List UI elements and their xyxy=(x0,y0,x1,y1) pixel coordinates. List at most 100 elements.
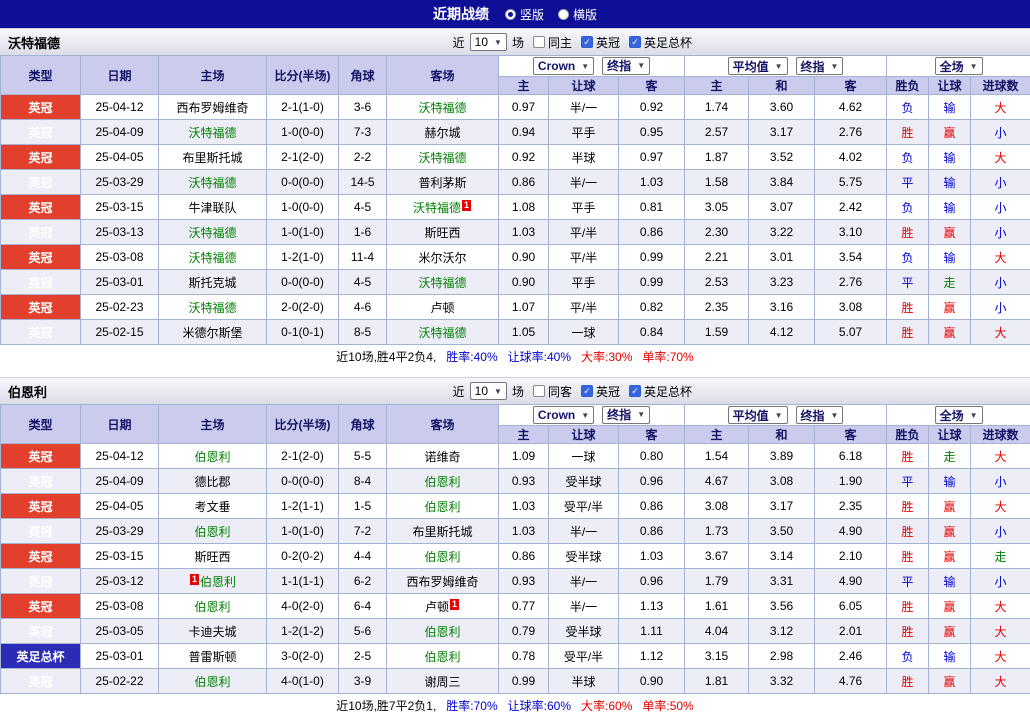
score-cell: 1-1(1-1) xyxy=(266,568,339,594)
goals-result-cell: 小 xyxy=(970,169,1030,195)
summary-stat: 让球率:40% xyxy=(507,349,572,364)
recent-count-select[interactable]: 10 ▼ xyxy=(469,382,507,400)
games-label: 场 xyxy=(511,35,524,50)
away-team-cell: 伯恩利 xyxy=(386,618,499,644)
radio-checked-icon xyxy=(504,8,516,20)
handicap-result-cell: 赢 xyxy=(928,543,972,569)
company-select[interactable]: Crown ▼ xyxy=(532,57,595,76)
company-stage-select[interactable]: 终指 ▼ xyxy=(602,56,651,75)
match-date: 25-02-15 xyxy=(80,319,159,345)
away-team-cell: 伯恩利 xyxy=(386,493,499,519)
filter-checkbox[interactable]: 英冠 xyxy=(580,34,620,51)
handicap-line-cell: 半/一 xyxy=(548,518,619,544)
handicap-home-odds-cell: 1.09 xyxy=(498,443,549,469)
scope-controls: 全场 ▼ xyxy=(886,55,1030,77)
filter-checkbox[interactable]: 英足总杯 xyxy=(628,383,692,400)
avg-draw-odds-cell: 4.12 xyxy=(748,319,816,345)
scope-select[interactable]: 全场 ▼ xyxy=(934,57,983,75)
avg-home-odds-cell: 2.30 xyxy=(684,219,750,245)
filter-checkbox[interactable]: 同主 xyxy=(532,34,572,51)
competition-badge: 英冠 xyxy=(0,94,81,120)
avg-draw-odds-cell: 3.07 xyxy=(748,194,816,220)
score-cell: 1-0(0-0) xyxy=(266,119,339,145)
goals-result-cell: 走 xyxy=(970,543,1030,569)
handicap-line-cell: 平手 xyxy=(548,119,619,145)
average-stage-select-value: 终指 xyxy=(800,59,825,74)
average-select[interactable]: 平均值 ▼ xyxy=(727,57,788,75)
goals-result-cell: 小 xyxy=(970,194,1030,220)
summary-record: 近10场,胜7平2负1, xyxy=(336,698,437,713)
filter-checkbox[interactable]: 英足总杯 xyxy=(628,34,692,51)
avg-draw-odds-cell: 3.16 xyxy=(748,294,816,320)
competition-badge: 英冠 xyxy=(0,593,81,619)
goals-result-cell: 大 xyxy=(970,493,1030,519)
away-team-cell: 西布罗姆维奇 xyxy=(386,568,499,594)
checkbox-checked-icon[interactable] xyxy=(580,385,593,397)
average-stage-select[interactable]: 终指 ▼ xyxy=(795,57,844,75)
checkbox-checked-icon[interactable] xyxy=(580,36,593,48)
match-row: 英冠 25-03-05 卡迪夫城 1-2(1-2) 5-6 伯恩利 0.79 受半球 1.11 4… xyxy=(0,618,1030,644)
summary-stat: 胜率:40% xyxy=(446,349,498,364)
away-team-cell: 布里斯托城 xyxy=(386,518,499,544)
avg-home-odds-cell: 4.67 xyxy=(684,468,750,494)
view-mode-radio[interactable]: 横版 xyxy=(558,6,597,23)
summary-stat: 单率:50% xyxy=(642,698,694,713)
competition-badge: 英冠 xyxy=(0,618,81,644)
away-team-cell: 伯恩利 xyxy=(386,543,499,569)
avg-draw-odds-cell: 2.98 xyxy=(748,643,816,669)
recent-count-select[interactable]: 10 ▼ xyxy=(469,33,507,51)
competition-badge: 英冠 xyxy=(0,219,81,245)
red-card-badge: 1 xyxy=(450,598,460,610)
column-header: 日期 xyxy=(80,404,159,444)
checkbox-checked-icon[interactable] xyxy=(628,36,641,48)
handicap-line-cell: 半球 xyxy=(548,144,619,170)
team-name-text: 斯旺西 xyxy=(424,225,461,240)
away-team-cell: 沃特福德 xyxy=(386,319,499,345)
company-select[interactable]: Crown ▼ xyxy=(532,406,595,425)
avg-away-odds-cell: 2.35 xyxy=(814,493,888,519)
column-header: 客 xyxy=(617,76,686,95)
average-select[interactable]: 平均值 ▼ xyxy=(727,406,788,424)
competition-badge: 英冠 xyxy=(0,319,81,345)
home-team-cell: 斯托克城 xyxy=(158,269,267,295)
filter-checkbox[interactable]: 同客 xyxy=(532,383,572,400)
handicap-home-odds-cell: 0.90 xyxy=(498,269,549,295)
match-date: 25-03-15 xyxy=(80,543,159,569)
checkbox-checked-icon[interactable] xyxy=(628,385,641,397)
average-stage-select[interactable]: 终指 ▼ xyxy=(795,406,844,424)
filter-checkbox-label: 英足总杯 xyxy=(643,384,692,399)
team-name-text: 米尔沃尔 xyxy=(418,250,467,265)
filter-checkbox[interactable]: 英冠 xyxy=(580,383,620,400)
view-mode-radio[interactable]: 竖版 xyxy=(504,6,544,23)
team-name-text: 西布罗姆维奇 xyxy=(176,100,249,115)
checkbox-unchecked-icon[interactable] xyxy=(532,36,545,48)
checkbox-unchecked-icon[interactable] xyxy=(532,385,545,397)
odds-company-controls: Crown ▼ 终指 ▼ xyxy=(497,404,686,426)
corners-cell: 6-2 xyxy=(338,568,387,594)
match-filters: 近 10 ▼ 场 同客 英冠 英足总杯 xyxy=(453,382,692,400)
column-header: 客 xyxy=(814,76,888,95)
handicap-result-cell: 输 xyxy=(928,194,972,220)
team-name-text: 沃特福德 xyxy=(188,125,237,140)
home-team-cell: 西布罗姆维奇 xyxy=(158,94,267,120)
avg-home-odds-cell: 1.79 xyxy=(684,568,750,594)
away-team-cell: 普利茅斯 xyxy=(386,169,499,195)
handicap-home-odds-cell: 1.03 xyxy=(498,493,549,519)
corners-cell: 6-4 xyxy=(338,593,387,619)
score-cell: 1-2(1-2) xyxy=(266,618,339,644)
home-team-cell: 米德尔斯堡 xyxy=(158,319,267,345)
home-team-cell: 斯旺西 xyxy=(158,543,267,569)
average-odds-controls: 平均值 ▼ 终指 ▼ xyxy=(684,55,888,77)
company-stage-select[interactable]: 终指 ▼ xyxy=(602,405,651,424)
score-cell: 0-2(0-2) xyxy=(266,543,339,569)
goals-result-cell: 小 xyxy=(970,219,1030,245)
column-header: 让球 xyxy=(548,425,619,444)
handicap-line-cell: 半/一 xyxy=(548,94,619,120)
team-name-text: 西布罗姆维奇 xyxy=(406,574,479,589)
match-result-cell: 负 xyxy=(886,643,930,669)
column-header: 主 xyxy=(498,425,549,444)
handicap-line-cell: 受半球 xyxy=(548,468,619,494)
corners-cell: 7-3 xyxy=(338,119,387,145)
avg-draw-odds-cell: 3.89 xyxy=(748,443,816,469)
scope-select[interactable]: 全场 ▼ xyxy=(934,406,983,424)
